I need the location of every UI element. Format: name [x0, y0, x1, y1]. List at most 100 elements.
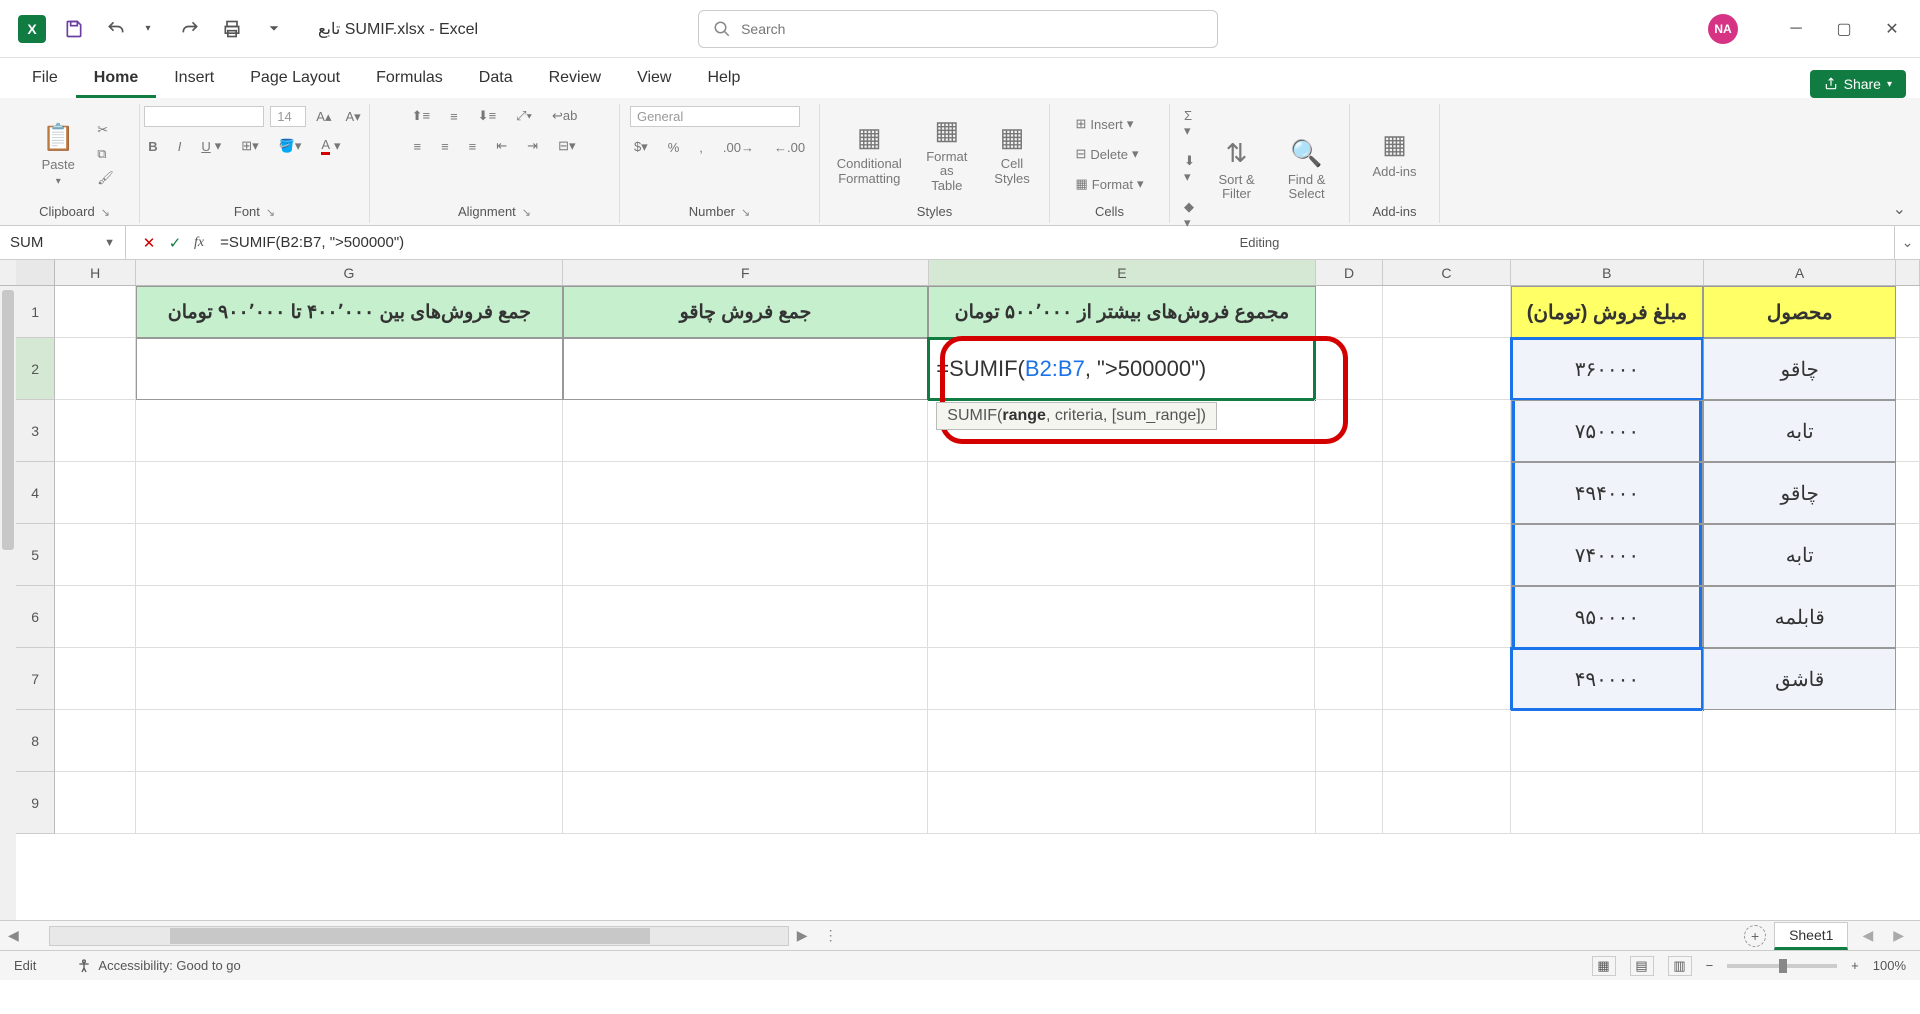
addins-button[interactable]: ▦Add-ins [1364, 125, 1424, 183]
indent-right-icon[interactable]: ⇥ [523, 136, 542, 156]
col-header-B[interactable]: B [1511, 260, 1704, 285]
cancel-formula-button[interactable]: ✕ [136, 234, 162, 252]
new-sheet-button[interactable]: + [1744, 925, 1766, 947]
cell-B6[interactable]: ۹۵۰۰۰۰ [1511, 586, 1704, 648]
cell-H1[interactable] [55, 286, 136, 338]
paste-button[interactable]: 📋 Paste ▾ [31, 118, 85, 191]
align-bottom-icon[interactable]: ⬇≡ [474, 106, 500, 126]
cell-E2-editing[interactable]: =SUMIF(B2:B7, ">500000") SUMIF(range, cr… [928, 338, 1315, 400]
cell-B2[interactable]: ۳۶۰۰۰۰ [1511, 338, 1704, 400]
font-size-input[interactable] [270, 106, 306, 127]
row-header-2[interactable]: 2 [16, 338, 55, 400]
redo-icon[interactable] [178, 17, 202, 41]
zoom-level[interactable]: 100% [1873, 958, 1906, 973]
cell-F2[interactable] [563, 338, 929, 400]
conditional-formatting-button[interactable]: ▦Conditional Formatting [830, 118, 909, 190]
tab-review[interactable]: Review [531, 61, 619, 98]
align-right-icon[interactable]: ≡ [465, 136, 481, 156]
row-header-9[interactable]: 9 [16, 772, 55, 834]
row-header-3[interactable]: 3 [16, 400, 55, 462]
col-header-D[interactable]: D [1316, 260, 1383, 285]
cell-A5[interactable]: تابه [1703, 524, 1896, 586]
user-avatar[interactable]: NA [1708, 14, 1738, 44]
cell-B7[interactable]: ۴۹۰۰۰۰ [1511, 648, 1704, 710]
col-header-C[interactable]: C [1383, 260, 1511, 285]
row-header-5[interactable]: 5 [16, 524, 55, 586]
fill-color-button[interactable]: 🪣▾ [275, 135, 306, 157]
format-painter-button[interactable]: 🖌 [93, 168, 118, 188]
cell-B5[interactable]: ۷۴۰۰۰۰ [1511, 524, 1704, 586]
row-header-7[interactable]: 7 [16, 648, 55, 710]
cell-styles-button[interactable]: ▦Cell Styles [985, 118, 1039, 190]
tab-help[interactable]: Help [689, 61, 758, 98]
hscroll-right-icon[interactable]: ▶ [789, 927, 816, 944]
formula-input[interactable]: =SUMIF(B2:B7, ">500000") [210, 234, 1894, 251]
cut-button[interactable]: ✂ [93, 120, 118, 140]
page-break-view-button[interactable]: ▥ [1668, 956, 1692, 976]
increase-font-icon[interactable]: A▴ [312, 106, 335, 127]
tab-file[interactable]: File [14, 61, 76, 98]
sheet-tab-sheet1[interactable]: Sheet1 [1774, 922, 1848, 950]
italic-button[interactable]: I [174, 135, 186, 157]
underline-button[interactable]: U▾ [197, 135, 225, 157]
minimize-button[interactable]: ─ [1786, 19, 1806, 39]
cell-H2[interactable] [55, 338, 136, 400]
sort-filter-button[interactable]: ⇅Sort & Filter [1207, 134, 1266, 206]
qat-customize-icon[interactable]: ⏷ [262, 17, 286, 41]
clear-button[interactable]: ◆ ▾ [1180, 197, 1199, 233]
border-button[interactable]: ⊞▾ [237, 135, 262, 157]
name-box[interactable]: SUM ▼ [0, 226, 126, 259]
maximize-button[interactable]: ▢ [1834, 19, 1854, 39]
tab-data[interactable]: Data [461, 61, 531, 98]
col-header-H[interactable]: H [55, 260, 136, 285]
insert-cells-button[interactable]: ⊞Insert ▾ [1072, 114, 1148, 134]
align-center-icon[interactable]: ≡ [437, 136, 453, 156]
indent-left-icon[interactable]: ⇤ [492, 136, 511, 156]
cell-G1[interactable]: جمع فروش‌های بین ۴۰۰٬۰۰۰ تا ۹۰۰٬۰۰۰ توما… [136, 286, 563, 338]
formula-tooltip[interactable]: SUMIF(range, criteria, [sum_range]) [936, 402, 1217, 430]
zoom-out-button[interactable]: − [1706, 958, 1714, 973]
decrease-font-icon[interactable]: A▾ [342, 106, 365, 127]
col-header-A[interactable]: A [1704, 260, 1897, 285]
align-middle-icon[interactable]: ≡ [446, 106, 462, 126]
format-cells-button[interactable]: ▦Format ▾ [1072, 174, 1148, 194]
enter-formula-button[interactable]: ✓ [162, 234, 188, 252]
number-launcher-icon[interactable]: ↘ [741, 207, 750, 219]
cell-B1[interactable]: مبلغ فروش (تومان) [1511, 286, 1704, 338]
autosum-button[interactable]: Σ ▾ [1180, 106, 1199, 141]
cell-B3[interactable]: ۷۵۰۰۰۰ [1511, 400, 1704, 462]
row-header-4[interactable]: 4 [16, 462, 55, 524]
cell-C2[interactable] [1383, 338, 1511, 400]
share-button[interactable]: Share ▾ [1810, 70, 1906, 98]
merge-button[interactable]: ⊟▾ [554, 136, 579, 156]
alignment-launcher-icon[interactable]: ↘ [522, 207, 531, 219]
format-as-table-button[interactable]: ▦Format as Table [917, 111, 977, 197]
cell-A3[interactable]: تابه [1703, 400, 1896, 462]
sheet-nav-left-icon[interactable]: ◀ [1856, 927, 1879, 944]
col-header-F[interactable]: F [563, 260, 929, 285]
hscroll-left-icon[interactable]: ◀ [0, 927, 27, 944]
cell-F1[interactable]: جمع فروش چاقو [563, 286, 929, 338]
zoom-in-button[interactable]: + [1851, 958, 1859, 973]
chevron-down-icon[interactable]: ▼ [104, 237, 115, 249]
clipboard-launcher-icon[interactable]: ↘ [101, 207, 110, 219]
tab-home[interactable]: Home [76, 61, 156, 98]
save-icon[interactable] [62, 17, 86, 41]
accessibility-status[interactable]: Accessibility: Good to go [76, 958, 240, 974]
zoom-slider[interactable] [1727, 964, 1837, 968]
cell-A1[interactable]: محصول [1703, 286, 1896, 338]
col-header-G[interactable]: G [136, 260, 563, 285]
fx-icon[interactable]: fx [194, 235, 204, 251]
align-left-icon[interactable]: ≡ [409, 136, 425, 156]
fill-button[interactable]: ⬇ ▾ [1180, 151, 1199, 187]
collapse-ribbon-icon[interactable]: ⌄ [1893, 199, 1906, 219]
row-header-8[interactable]: 8 [16, 710, 55, 772]
cell-A2[interactable]: چاقو [1703, 338, 1896, 400]
tab-formulas[interactable]: Formulas [358, 61, 461, 98]
copy-button[interactable]: ⧉ [93, 144, 118, 164]
number-format-input[interactable] [630, 106, 800, 127]
print-icon[interactable] [220, 17, 244, 41]
comma-icon[interactable]: , [695, 137, 707, 157]
spreadsheet-grid[interactable]: H G F E D C B A 1 جمع فروش‌های بین ۴۰۰٬۰… [0, 260, 1920, 920]
row-header-1[interactable]: 1 [16, 286, 55, 338]
